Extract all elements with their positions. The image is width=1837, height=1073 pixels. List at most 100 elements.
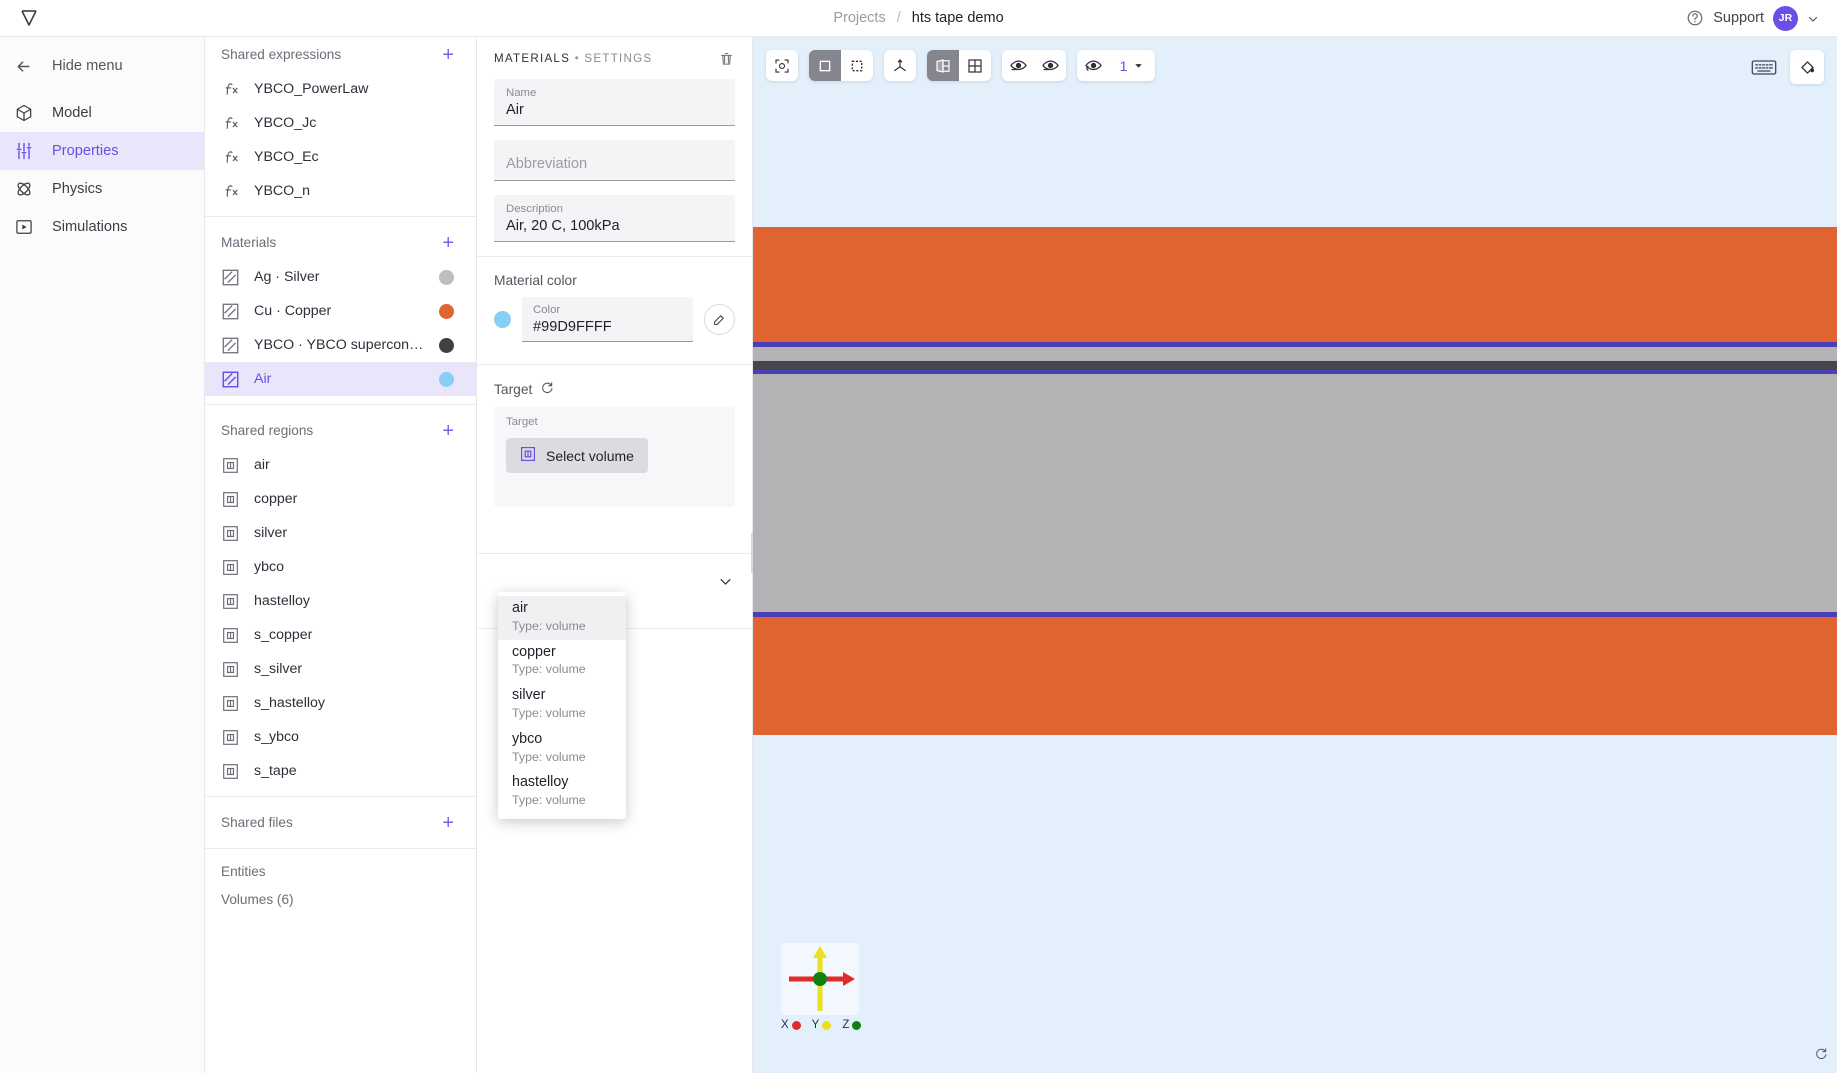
split-view-button[interactable] (927, 50, 959, 81)
edit-color-button[interactable] (704, 304, 735, 335)
viewport-3d[interactable]: 1 X Y Z (753, 37, 1837, 1073)
list-item[interactable]: silver (205, 516, 476, 550)
color-swatch[interactable] (439, 303, 454, 319)
add-shared-expression-button[interactable]: + (442, 45, 454, 65)
abbreviation-field[interactable]: Abbreviation (494, 140, 735, 181)
dropdown-option[interactable]: copper Type: volume (498, 640, 626, 684)
chevron-down-icon[interactable] (718, 574, 733, 594)
list-item[interactable]: ybco (205, 550, 476, 584)
geometry-layer-copper-bottom[interactable] (753, 617, 1837, 735)
list-item[interactable]: s_hastelloy (205, 686, 476, 720)
list-item-label: YBCO_Jc (254, 115, 317, 131)
target-box: Target Select volume (494, 407, 735, 507)
box-select-button[interactable] (841, 50, 873, 81)
support-button[interactable]: Support (1686, 9, 1764, 27)
breadcrumb-current-project[interactable]: hts tape demo (912, 10, 1004, 26)
list-item[interactable]: s_copper (205, 618, 476, 652)
solid-select-button[interactable] (809, 50, 841, 81)
list-item[interactable]: s_tape (205, 754, 476, 788)
fill-color-button[interactable] (1790, 50, 1824, 84)
geometry-layer-copper-top[interactable] (753, 227, 1837, 342)
fit-to-view-button[interactable] (766, 50, 798, 81)
dropdown-option-name: ybco (512, 730, 543, 747)
color-label: Color (533, 304, 561, 316)
shared-expressions-header: Shared expressions + (205, 37, 476, 72)
select-volume-label: Select volume (546, 447, 634, 464)
section-collapse-row[interactable] (477, 560, 752, 594)
color-swatch[interactable] (439, 337, 454, 353)
chevron-down-icon[interactable] (1807, 12, 1819, 24)
list-item[interactable]: hastelloy (205, 584, 476, 618)
axis-y: Y (812, 1019, 832, 1031)
color-swatch[interactable] (439, 371, 454, 387)
add-shared-file-button[interactable]: + (442, 813, 454, 833)
materials-title: Materials (221, 235, 277, 250)
help-circle-icon (1686, 9, 1704, 27)
table-row[interactable]: YBCO · YBCO supercondu... (205, 328, 476, 362)
dropdown-option-name: air (512, 600, 528, 616)
geometry-layer-ybco[interactable] (753, 361, 1837, 370)
table-row[interactable]: Cu · Copper (205, 294, 476, 328)
grid-view-button[interactable] (959, 50, 991, 81)
region-icon (221, 762, 240, 781)
list-item[interactable]: s_ybco (205, 720, 476, 754)
sidebar-item-properties[interactable]: Properties (0, 132, 204, 170)
show-selected-button[interactable] (1034, 50, 1066, 81)
geometry-layer-silver-upper[interactable] (753, 347, 1837, 361)
list-item[interactable]: YBCO_PowerLaw (205, 72, 476, 106)
name-field[interactable]: Name Air (494, 79, 735, 126)
list-item-label: s_tape (254, 763, 297, 779)
app-logo[interactable] (0, 6, 58, 30)
project-tree-panel: Shared expressions + YBCO_PowerLaw YBCO_… (205, 37, 477, 1073)
breadcrumb-projects-link[interactable]: Projects (833, 10, 885, 26)
dropdown-option[interactable]: air Type: volume (498, 596, 626, 640)
color-swatch[interactable] (439, 269, 454, 285)
breadcrumb: Projects / hts tape demo (0, 0, 1837, 36)
keyboard-shortcuts-icon[interactable] (1751, 58, 1777, 77)
description-field[interactable]: Description Air, 20 C, 100kPa (494, 195, 735, 242)
region-icon (221, 524, 240, 543)
dropdown-option[interactable]: ybco Type: volume (498, 727, 626, 771)
table-row[interactable]: Ag · Silver (205, 260, 476, 294)
delete-icon[interactable] (719, 51, 734, 66)
hide-menu-button[interactable]: Hide menu (0, 47, 204, 85)
volume-dropdown-menu[interactable]: air Type: volume copper Type: volume sil… (498, 592, 626, 819)
list-item[interactable]: air (205, 448, 476, 482)
hatch-material-icon (221, 302, 240, 321)
settings-title-secondary: SETTINGS (584, 51, 653, 65)
refresh-icon[interactable] (540, 381, 554, 398)
color-field[interactable]: Color #99D9FFFF (522, 297, 693, 342)
viewport-toolbar: 1 (766, 50, 1155, 81)
sidebar-item-model[interactable]: Model (0, 94, 204, 132)
add-material-button[interactable]: + (442, 233, 454, 253)
list-item[interactable]: s_silver (205, 652, 476, 686)
list-item[interactable]: YBCO_Ec (205, 140, 476, 174)
geometry-layer-hastelloy[interactable] (753, 374, 1837, 612)
selection-mode-group (809, 50, 873, 81)
list-item[interactable]: copper (205, 482, 476, 516)
sidebar-item-simulations[interactable]: Simulations (0, 208, 204, 246)
material-label: YBCO · YBCO supercondu... (254, 337, 425, 353)
list-item[interactable]: YBCO_Jc (205, 106, 476, 140)
color-preview-dot[interactable] (494, 311, 511, 328)
add-shared-region-button[interactable]: + (442, 421, 454, 441)
hide-selected-button[interactable] (1002, 50, 1034, 81)
visibility-toggle-button[interactable] (1077, 50, 1109, 81)
material-label: Air (254, 371, 272, 387)
table-row[interactable]: Air (205, 362, 476, 396)
axis-gizmo[interactable]: X Y Z (781, 943, 862, 1031)
tree-divider (205, 216, 476, 217)
select-volume-button[interactable]: Select volume (506, 438, 648, 473)
shared-regions-header: Shared regions + (205, 413, 476, 448)
visibility-count[interactable]: 1 (1109, 50, 1155, 81)
viewport-settings-icon[interactable] (1814, 1047, 1828, 1066)
axes-orientation-button[interactable] (884, 50, 916, 81)
tree-divider (205, 848, 476, 849)
avatar[interactable]: JR (1773, 5, 1798, 31)
entities-volumes-count[interactable]: Volumes (6) (205, 885, 476, 913)
list-item[interactable]: YBCO_n (205, 174, 476, 208)
sidebar-item-physics[interactable]: Physics (0, 170, 204, 208)
axis-gizmo-box[interactable] (781, 943, 859, 1015)
dropdown-option[interactable]: hastelloy Type: volume (498, 770, 626, 814)
dropdown-option[interactable]: silver Type: volume (498, 683, 626, 727)
